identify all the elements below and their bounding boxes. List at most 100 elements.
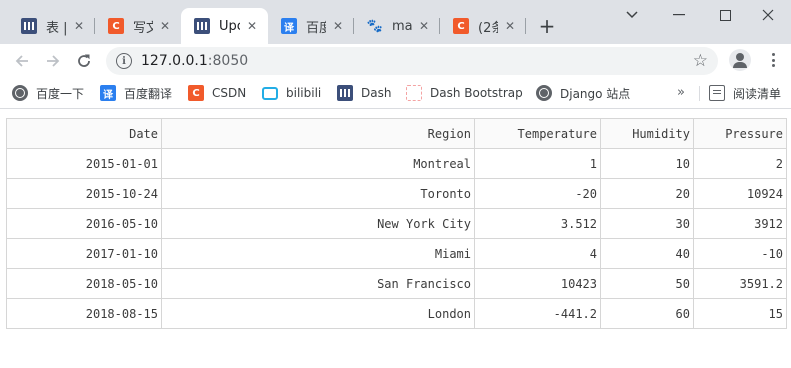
bookmark-label: Dash xyxy=(361,86,392,100)
bookmarks-bar: 百度一下 译 百度翻译 C CSDN bilibili Dash Dash Bo… xyxy=(0,77,791,109)
browser-menu-icon[interactable] xyxy=(766,50,780,70)
table-cell[interactable]: Montreal xyxy=(161,148,475,179)
table-cell[interactable]: -20 xyxy=(474,178,601,209)
bookmark-baidu-search[interactable]: 百度一下 xyxy=(12,84,84,102)
close-icon[interactable]: ✕ xyxy=(71,18,87,34)
back-arrow-icon xyxy=(15,55,28,67)
table-cell[interactable]: 2015-01-01 xyxy=(6,148,162,179)
tab-search-chevron-icon[interactable] xyxy=(609,0,655,30)
table-cell[interactable]: -441.2 xyxy=(474,298,601,329)
browser-tab-2-active[interactable]: Upc ✕ xyxy=(181,8,268,44)
table-header-row: Date Region Temperature Humidity Pressur… xyxy=(6,118,787,149)
forward-arrow-icon xyxy=(47,55,60,67)
table-cell[interactable]: 60 xyxy=(600,298,694,329)
tab-title: Upc xyxy=(219,18,240,34)
table-cell[interactable]: San Francisco xyxy=(161,268,475,299)
address-bar[interactable]: i 127.0.0.1:8050 ☆ xyxy=(106,47,718,75)
bookmark-dash-bootstrap[interactable]: Dash Bootstrap xyxy=(406,84,523,102)
close-icon[interactable]: ✕ xyxy=(244,18,260,34)
bookmark-django-site[interactable]: Django 站点 xyxy=(536,84,630,102)
table-cell[interactable]: 30 xyxy=(600,208,694,239)
globe-icon xyxy=(536,85,552,101)
column-header-humidity[interactable]: Humidity xyxy=(600,118,694,149)
close-icon[interactable]: ✕ xyxy=(157,18,173,34)
url-host: 127.0.0.1 xyxy=(141,53,208,69)
table-cell[interactable]: 3591.2 xyxy=(693,268,787,299)
more-bookmarks-button[interactable]: » xyxy=(677,85,685,100)
column-header-temperature[interactable]: Temperature xyxy=(474,118,601,149)
bookmark-label: Dash Bootstrap xyxy=(430,86,523,100)
browser-tab-5[interactable]: C (2条 ✕ xyxy=(440,8,526,44)
table-cell[interactable]: 40 xyxy=(600,238,694,269)
minimize-button[interactable] xyxy=(656,0,702,30)
browser-tab-0[interactable]: 表 | ✕ xyxy=(8,8,95,44)
bookmark-csdn[interactable]: C CSDN xyxy=(188,84,246,102)
table-cell[interactable]: 2016-05-10 xyxy=(6,208,162,239)
url-text[interactable]: 127.0.0.1:8050 xyxy=(141,53,248,69)
column-header-pressure[interactable]: Pressure xyxy=(693,118,787,149)
forward-button[interactable] xyxy=(40,48,66,74)
translate-icon: 译 xyxy=(100,85,116,101)
table-cell[interactable]: Miami xyxy=(161,238,475,269)
bookmark-bilibili[interactable]: bilibili xyxy=(262,84,321,102)
table-cell[interactable]: 10 xyxy=(600,148,694,179)
translate-icon: 译 xyxy=(281,18,297,34)
table-cell[interactable]: 3912 xyxy=(693,208,787,239)
browser-tab-1[interactable]: C 写文 ✕ xyxy=(95,8,181,44)
bookmark-label: 百度翻译 xyxy=(124,86,173,101)
close-icon[interactable]: ✕ xyxy=(330,18,346,34)
table-cell[interactable]: 2018-08-15 xyxy=(6,298,162,329)
dash-bars-icon xyxy=(21,18,37,34)
table-cell[interactable]: 2018-05-10 xyxy=(6,268,162,299)
window-close-button[interactable] xyxy=(745,0,791,30)
maximize-button[interactable] xyxy=(702,0,748,30)
bookmarks-divider xyxy=(699,86,700,101)
bookmark-label: CSDN xyxy=(212,86,247,100)
reload-button[interactable] xyxy=(71,48,97,74)
bookmark-baidu-translate[interactable]: 译 百度翻译 xyxy=(100,84,172,102)
table-cell[interactable]: 4 xyxy=(474,238,601,269)
csdn-icon: C xyxy=(453,18,469,34)
table-row: 2015-10-24 Toronto -20 20 10924 xyxy=(6,178,787,209)
tab-title: (2条 xyxy=(478,20,498,36)
table-cell[interactable]: 50 xyxy=(600,268,694,299)
table-cell[interactable]: New York City xyxy=(161,208,475,239)
tab-title: 表 | xyxy=(46,20,67,36)
bookmark-star-icon[interactable]: ☆ xyxy=(693,51,708,71)
browser-tab-4[interactable]: 🐾 mar ✕ xyxy=(354,8,440,44)
tab-title: 写文 xyxy=(133,20,153,36)
site-info-icon[interactable]: i xyxy=(116,53,132,69)
dash-bootstrap-icon xyxy=(406,85,422,101)
table-cell[interactable]: London xyxy=(161,298,475,329)
table-cell[interactable]: 20 xyxy=(600,178,694,209)
tab-title: mar xyxy=(392,18,412,34)
table-cell[interactable]: 2017-01-10 xyxy=(6,238,162,269)
table-cell[interactable]: -10 xyxy=(693,238,787,269)
browser-tab-3[interactable]: 译 百度 ✕ xyxy=(268,8,354,44)
column-header-region[interactable]: Region xyxy=(161,118,475,149)
page-content: Date Region Temperature Humidity Pressur… xyxy=(0,110,791,368)
back-button[interactable] xyxy=(9,48,35,74)
bookmark-dash[interactable]: Dash xyxy=(337,84,391,102)
bookmark-label: 百度一下 xyxy=(36,86,85,101)
new-tab-button[interactable]: + xyxy=(535,14,559,38)
column-header-date[interactable]: Date xyxy=(6,118,162,149)
url-port: :8050 xyxy=(207,53,249,69)
table-cell[interactable]: 10423 xyxy=(474,268,601,299)
tab-separator xyxy=(525,18,526,34)
table-cell[interactable]: 2 xyxy=(693,148,787,179)
table-cell[interactable]: 15 xyxy=(693,298,787,329)
table-cell[interactable]: 2015-10-24 xyxy=(6,178,162,209)
globe-icon xyxy=(12,85,28,101)
table-cell[interactable]: 1 xyxy=(474,148,601,179)
table-cell[interactable]: 3.512 xyxy=(474,208,601,239)
bilibili-icon xyxy=(262,85,278,101)
reading-list-icon xyxy=(709,85,725,101)
reading-list-button[interactable]: 阅读清单 xyxy=(709,84,781,102)
bookmark-label: Django 站点 xyxy=(560,86,631,101)
close-icon[interactable]: ✕ xyxy=(416,18,432,34)
table-cell[interactable]: 10924 xyxy=(693,178,787,209)
profile-avatar-icon[interactable] xyxy=(729,49,751,71)
table-cell[interactable]: Toronto xyxy=(161,178,475,209)
close-icon[interactable]: ✕ xyxy=(502,18,518,34)
